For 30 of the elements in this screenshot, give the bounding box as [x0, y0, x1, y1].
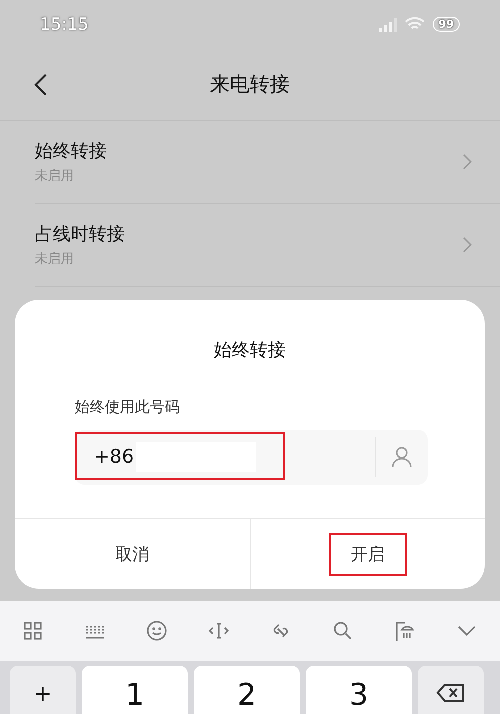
search-icon[interactable]	[332, 620, 354, 642]
item-status: 未启用	[35, 168, 75, 185]
phone-field[interactable]: +86	[75, 430, 428, 485]
shower-icon[interactable]	[394, 620, 416, 642]
battery-icon: 99	[432, 17, 460, 32]
chevron-icon	[463, 154, 472, 170]
back-icon[interactable]	[34, 72, 48, 97]
dialog-title: 始终转接	[214, 340, 286, 361]
chevron-icon	[463, 236, 472, 253]
page-title: 来电转接	[210, 72, 290, 96]
backspace-key[interactable]	[418, 666, 484, 714]
settings-item[interactable]: 始终转接 未启用	[35, 120, 500, 204]
status-time: 15:15	[40, 14, 89, 35]
field-value: +86	[94, 446, 134, 468]
dialog-button[interactable]: 取消	[93, 532, 172, 576]
digit-key[interactable]: 1	[82, 666, 188, 714]
symbol-key[interactable]: +	[10, 666, 76, 714]
field-label: 始终使用此号码	[75, 398, 181, 417]
item-status: 未启用	[35, 250, 75, 268]
smiley-icon[interactable]	[146, 620, 168, 642]
digit-key[interactable]: 2	[194, 666, 300, 714]
digit-key[interactable]: 3	[306, 666, 412, 714]
backspace-icon	[436, 682, 466, 704]
dialog-button[interactable]: 开启	[328, 532, 407, 576]
settings-item[interactable]: 占线时转接 未启用	[35, 204, 500, 287]
signal-icon	[378, 18, 397, 32]
grid-icon[interactable]	[22, 620, 44, 642]
contact-icon[interactable]	[392, 446, 412, 468]
item-title: 始终转接	[35, 140, 107, 163]
item-title: 占线时转接	[35, 222, 125, 246]
